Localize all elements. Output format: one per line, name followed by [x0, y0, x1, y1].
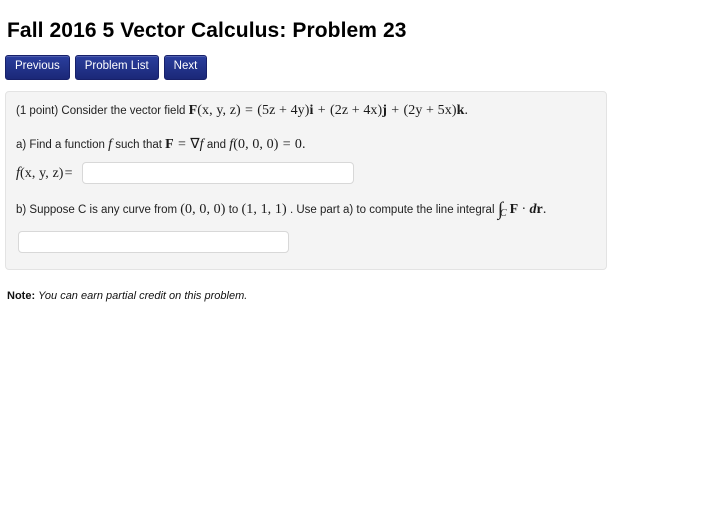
navigation-bar: Previous Problem List Next [0, 43, 709, 80]
part-b-period: . [542, 202, 547, 218]
unit-vector-j: j [382, 102, 388, 118]
note-text: You can earn partial credit on this prob… [38, 289, 248, 302]
condition-value: 0 [294, 136, 303, 152]
equals-sign: = [245, 102, 253, 118]
part-b-answer-input[interactable] [18, 230, 289, 253]
previous-button[interactable]: Previous [5, 55, 70, 80]
condition-args: (0, 0, 0) [233, 136, 279, 152]
condition-equals: = [282, 136, 291, 152]
answer-label-args: (x, y, z) [20, 165, 64, 181]
point-from: (0, 0, 0) [180, 202, 226, 218]
problem-list-button[interactable]: Problem List [74, 55, 159, 80]
vector-field-symbol: F [188, 102, 198, 118]
statement-period: . [464, 102, 469, 118]
plus-sign-2: + [391, 102, 400, 118]
point-to: (1, 1, 1) [241, 202, 287, 218]
part-b-tail: . Use part a) to compute the line integr… [289, 204, 495, 217]
points-label: (1 point) [16, 104, 59, 117]
field-symbol-f: F [165, 136, 174, 152]
part-a-and: and [206, 138, 227, 151]
note-line: Note: You can earn partial credit on thi… [7, 290, 709, 302]
gradient-function: f [199, 136, 204, 152]
intro-text: Consider the vector field [61, 104, 186, 117]
page-title: Fall 2016 5 Vector Calculus: Problem 23 [7, 19, 407, 42]
part-a-mid: such that [115, 138, 162, 151]
problem-statement: (1 point) Consider the vector field F(x,… [16, 101, 596, 121]
vector-field-args: (x, y, z) [197, 102, 241, 118]
plus-sign-1: + [317, 102, 326, 118]
gradient-icon: ∇ [190, 136, 200, 152]
next-button[interactable]: Next [163, 55, 208, 80]
part-a-answer-label: f(x, y, z)= [16, 165, 74, 182]
dot-product-icon: · [521, 202, 527, 218]
part-b-answer-row [18, 230, 596, 253]
k-coefficient: (2y + 5x) [403, 102, 457, 118]
function-symbol-f: f [108, 136, 113, 152]
part-b-to: to [228, 204, 239, 217]
equals-sign-a: = [178, 136, 186, 152]
part-a-lead: a) Find a function [16, 138, 105, 151]
part-a-answer-input[interactable] [81, 162, 354, 185]
part-b-statement: b) Suppose C is any curve from (0, 0, 0)… [16, 200, 596, 220]
differential-d: d [529, 202, 537, 218]
problem-panel: (1 point) Consider the vector field F(x,… [5, 90, 607, 270]
integral-field-f: F [509, 202, 519, 218]
part-b-lead: b) Suppose C is any curve from [16, 204, 178, 217]
unit-vector-i: i [309, 102, 314, 118]
note-label: Note: [7, 289, 36, 302]
problem-page: Fall 2016 5 Vector Calculus: Problem 23 … [0, 0, 709, 302]
part-a-statement: a) Find a function f such that F = ∇f an… [16, 135, 596, 155]
j-coefficient: (2z + 4x) [329, 102, 383, 118]
part-a-answer-row: f(x, y, z)= [16, 162, 596, 185]
answer-label-equals: = [64, 165, 73, 181]
integral-subscript-c: C [499, 208, 507, 220]
i-coefficient: (5z + 4y) [257, 102, 310, 118]
part-a-period: . [302, 136, 306, 152]
